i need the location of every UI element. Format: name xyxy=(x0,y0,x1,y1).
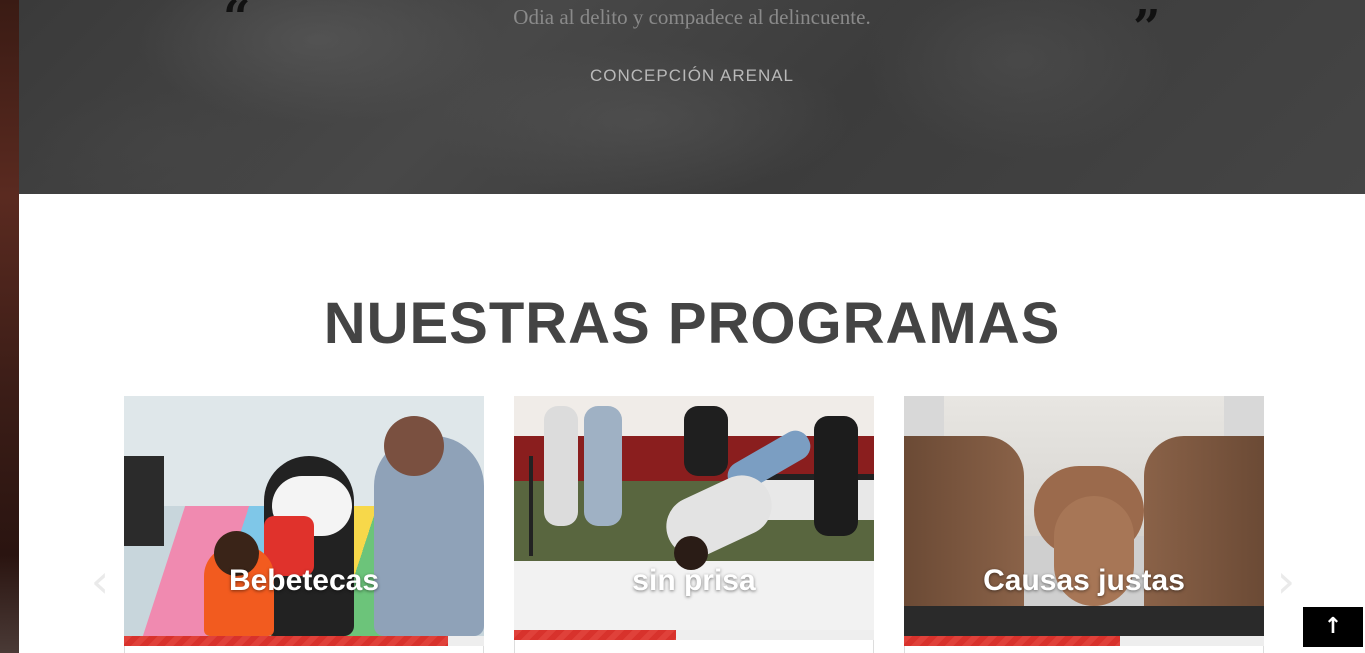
progress-bar xyxy=(124,636,484,646)
program-card-causas-justas[interactable]: Causas justas xyxy=(904,396,1264,653)
left-edge-decoration xyxy=(0,0,19,653)
program-card-sin-prisa[interactable]: sin prisa xyxy=(514,396,874,653)
progress-bar xyxy=(514,630,874,640)
arrow-up-icon: ↑ xyxy=(1323,614,1343,639)
program-photo-sin-prisa xyxy=(514,396,874,636)
progress-bar xyxy=(904,636,1264,646)
program-photo-causas-justas xyxy=(904,396,1264,636)
program-title[interactable]: Bebetecas xyxy=(124,564,484,598)
program-title[interactable]: Causas justas xyxy=(904,564,1264,598)
quote-banner: “ Odia al delito y compadece al delincue… xyxy=(19,0,1365,194)
carousel-prev-icon[interactable]: ‹ xyxy=(80,556,120,606)
close-quote-icon: ” xyxy=(1133,0,1161,56)
section-title: NUESTRAS PROGRAMAS xyxy=(323,291,1061,356)
program-card-bebetecas[interactable]: Bebetecas xyxy=(124,396,484,653)
back-to-top-button[interactable]: ↑ xyxy=(1303,607,1363,647)
program-title[interactable]: sin prisa xyxy=(514,564,874,598)
progress-fill xyxy=(904,636,1120,646)
quote-text: Odia al delito y compadece al delincuent… xyxy=(513,5,871,29)
progress-fill xyxy=(124,636,448,646)
quote-author: CONCEPCIÓN ARENAL xyxy=(589,66,795,85)
progress-fill xyxy=(514,630,676,640)
carousel-next-icon[interactable]: › xyxy=(1266,556,1306,606)
program-photo-bebetecas xyxy=(124,396,484,636)
